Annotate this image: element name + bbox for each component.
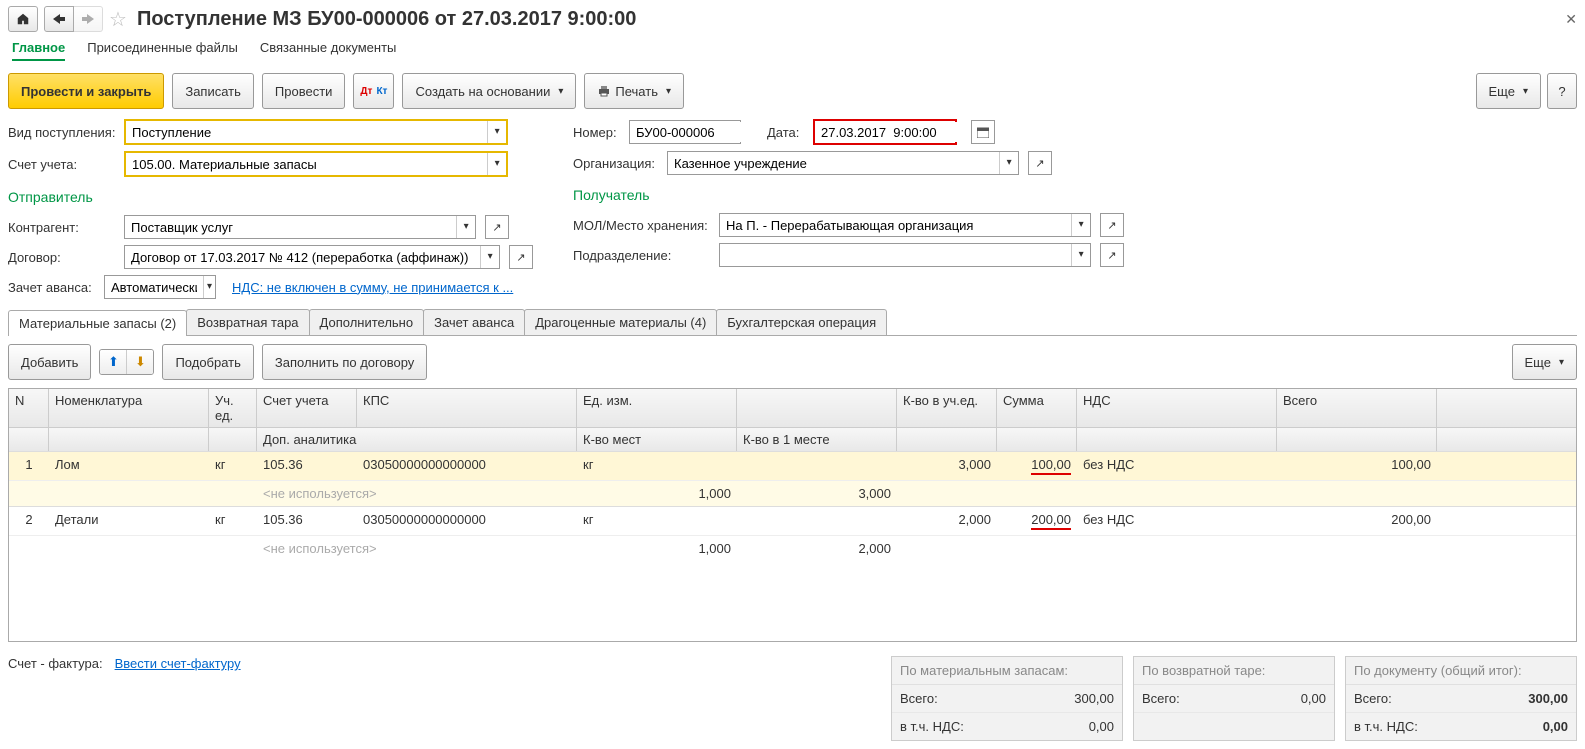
date-input[interactable] <box>815 122 961 142</box>
receiver-header: Получатель <box>573 187 1124 203</box>
open-button[interactable]: ↗ <box>1100 243 1124 267</box>
counterparty-label: Контрагент: <box>8 220 118 235</box>
open-button[interactable]: ↗ <box>509 245 533 269</box>
favorite-star-icon[interactable]: ☆ <box>109 7 127 32</box>
create-based-button[interactable]: Создать на основании <box>402 73 576 109</box>
receipt-type-label: Вид поступления: <box>8 125 118 140</box>
number-label: Номер: <box>573 125 623 140</box>
col-perplace[interactable]: К-во в 1 месте <box>737 428 897 451</box>
col-kps[interactable]: КПС <box>357 389 577 427</box>
date-label: Дата: <box>767 125 807 140</box>
close-icon[interactable]: ✕ <box>1565 11 1577 28</box>
pick-button[interactable]: Подобрать <box>162 344 253 380</box>
calendar-button[interactable] <box>971 120 995 144</box>
dropdown-icon[interactable]: ▾ <box>1071 244 1090 266</box>
help-button[interactable]: ? <box>1547 73 1577 109</box>
move-down-button[interactable]: ⬇ <box>127 350 153 374</box>
advance-label: Зачет аванса: <box>8 280 98 295</box>
mol-label: МОЛ/Место хранения: <box>573 218 713 233</box>
summary-document: По документу (общий итог): Всего:300,00 … <box>1345 656 1577 741</box>
invoice-label: Счет - фактура: <box>8 656 103 671</box>
back-button[interactable] <box>44 6 74 32</box>
forward-button[interactable] <box>74 6 103 32</box>
col-meas[interactable]: Ед. изм. <box>577 389 737 427</box>
col-analytics[interactable]: Доп. аналитика <box>257 428 577 451</box>
col-sum[interactable]: Сумма <box>997 389 1077 427</box>
tab-precious[interactable]: Драгоценные материалы (4) <box>524 309 717 335</box>
dept-label: Подразделение: <box>573 248 713 263</box>
printer-icon <box>597 85 611 97</box>
tab-extra[interactable]: Дополнительно <box>309 309 425 335</box>
col-nom[interactable]: Номенклатура <box>49 389 209 427</box>
col-places[interactable]: К-во мест <box>577 428 737 451</box>
home-button[interactable] <box>8 6 38 32</box>
contract-label: Договор: <box>8 250 118 265</box>
dropdown-icon[interactable]: ▾ <box>487 121 506 143</box>
dropdown-icon[interactable]: ▾ <box>1071 214 1090 236</box>
tab-tare[interactable]: Возвратная тара <box>186 309 309 335</box>
table-row-sub[interactable]: <не используется> 1,000 3,000 <box>9 480 1576 506</box>
number-input[interactable] <box>630 122 746 142</box>
nav-main[interactable]: Главное <box>12 40 65 61</box>
vat-link[interactable]: НДС: не включен в сумму, не принимается … <box>232 280 513 295</box>
dropdown-icon[interactable]: ▾ <box>480 246 499 268</box>
dept-input[interactable] <box>720 245 1071 265</box>
col-n[interactable]: N <box>9 389 49 427</box>
table-row[interactable]: 2 Детали кг 105.36 03050000000000000 кг … <box>9 506 1576 535</box>
org-label: Организация: <box>573 156 661 171</box>
print-button[interactable]: Печать <box>584 73 684 109</box>
advance-input[interactable] <box>105 277 203 297</box>
open-button[interactable]: ↗ <box>1028 151 1052 175</box>
enter-invoice-link[interactable]: Ввести счет-фактуру <box>115 656 241 671</box>
col-vat[interactable]: НДС <box>1077 389 1277 427</box>
col-total[interactable]: Всего <box>1277 389 1437 427</box>
dropdown-icon[interactable]: ▾ <box>456 216 475 238</box>
receipt-type-input[interactable] <box>126 122 487 142</box>
col-qty[interactable]: К-во в уч.ед. <box>897 389 997 427</box>
counterparty-input[interactable] <box>125 217 456 237</box>
open-button[interactable]: ↗ <box>1100 213 1124 237</box>
move-up-button[interactable]: ⬆ <box>100 350 127 374</box>
grid-more-button[interactable]: Еще <box>1512 344 1577 380</box>
tab-materials[interactable]: Материальные запасы (2) <box>8 310 187 336</box>
open-button[interactable]: ↗ <box>485 215 509 239</box>
summary-materials: По материальным запасам: Всего:300,00 в … <box>891 656 1123 741</box>
post-and-close-button[interactable]: Провести и закрыть <box>8 73 164 109</box>
add-button[interactable]: Добавить <box>8 344 91 380</box>
tab-accounting[interactable]: Бухгалтерская операция <box>716 309 887 335</box>
contract-input[interactable] <box>125 247 480 267</box>
table-row-sub[interactable]: <не используется> 1,000 2,000 <box>9 535 1576 561</box>
nav-files[interactable]: Присоединенные файлы <box>87 40 238 61</box>
sender-header: Отправитель <box>8 189 533 205</box>
org-input[interactable] <box>668 153 999 173</box>
mol-input[interactable] <box>720 215 1071 235</box>
dropdown-icon[interactable]: ▾ <box>203 276 215 298</box>
dropdown-icon[interactable]: ▾ <box>999 152 1018 174</box>
account-input[interactable] <box>126 154 487 174</box>
nav-related[interactable]: Связанные документы <box>260 40 397 61</box>
summary-tare: По возвратной таре: Всего:0,00 xx <box>1133 656 1335 741</box>
col-unit[interactable]: Уч. ед. <box>209 389 257 427</box>
table-row[interactable]: 1 Лом кг 105.36 03050000000000000 кг 3,0… <box>9 451 1576 480</box>
more-button[interactable]: Еще <box>1476 73 1541 109</box>
dt-kt-button[interactable]: ДтКт <box>353 73 394 109</box>
page-title: Поступление МЗ БУ00-000006 от 27.03.2017… <box>137 8 637 31</box>
col-acct[interactable]: Счет учета <box>257 389 357 427</box>
fill-by-contract-button[interactable]: Заполнить по договору <box>262 344 427 380</box>
account-label: Счет учета: <box>8 157 118 172</box>
tab-advance[interactable]: Зачет аванса <box>423 309 525 335</box>
save-button[interactable]: Записать <box>172 73 254 109</box>
calendar-icon <box>977 126 989 138</box>
dropdown-icon[interactable]: ▾ <box>487 153 506 175</box>
post-button[interactable]: Провести <box>262 73 346 109</box>
materials-grid: N Номенклатура Уч. ед. Счет учета КПС Ед… <box>8 388 1577 642</box>
